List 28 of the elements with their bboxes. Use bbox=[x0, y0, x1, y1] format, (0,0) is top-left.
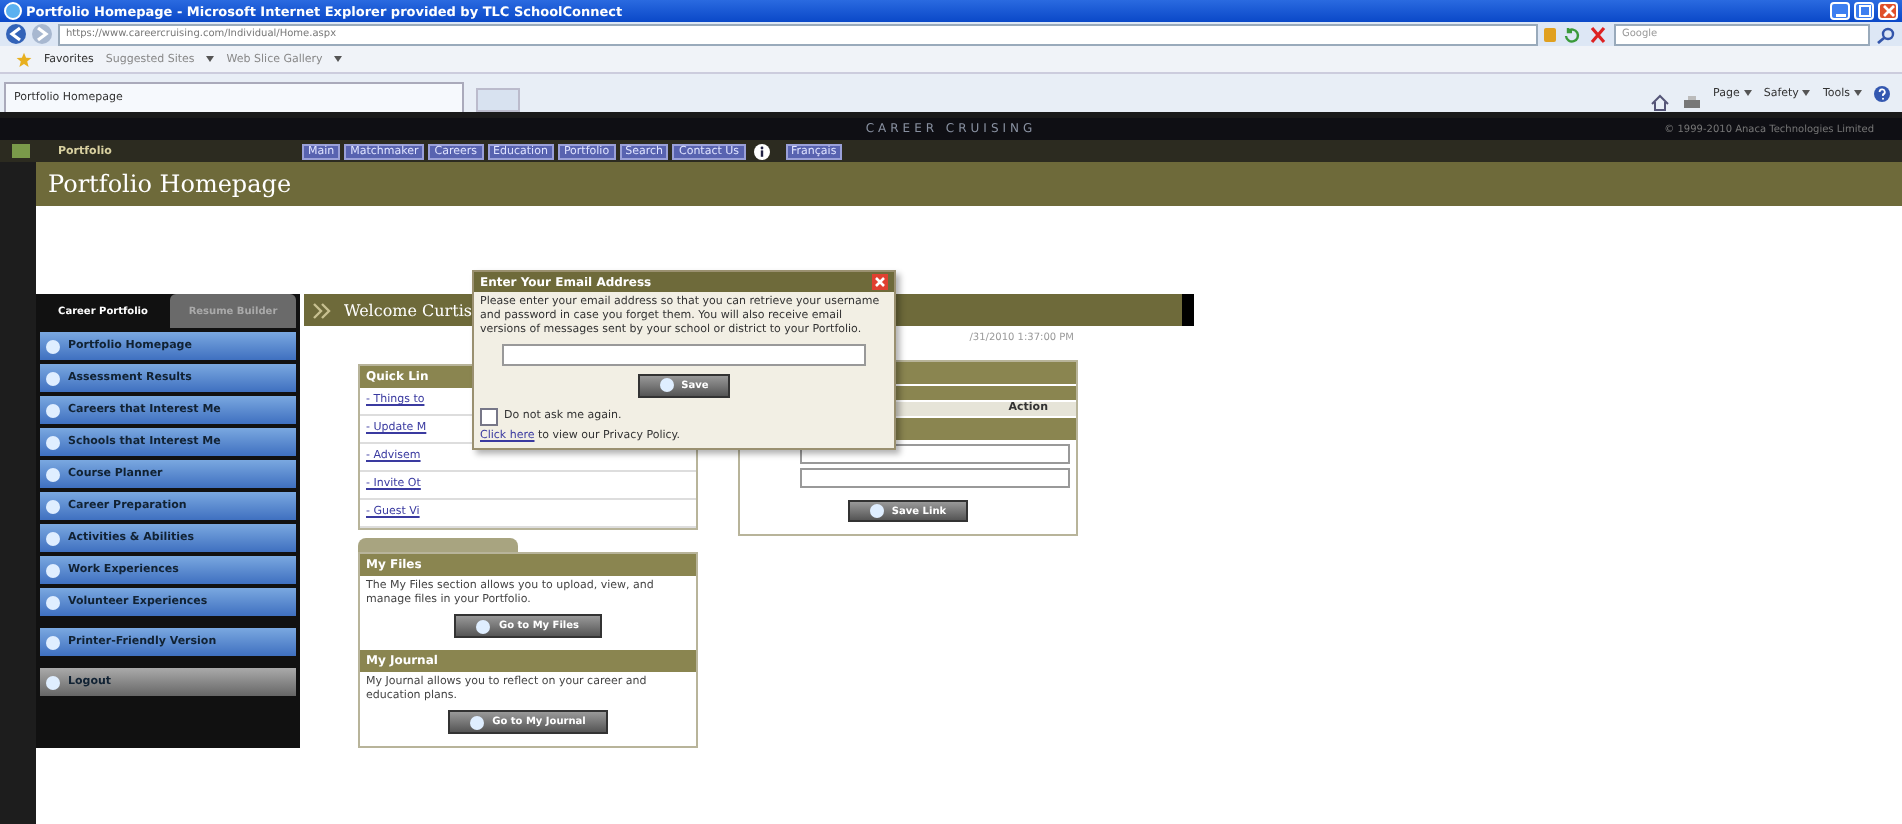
star-icon[interactable] bbox=[16, 51, 32, 67]
back-button[interactable] bbox=[6, 24, 26, 44]
caret-icon[interactable] bbox=[1854, 90, 1862, 96]
stop-icon[interactable] bbox=[1588, 25, 1608, 43]
maximize-icon bbox=[1857, 4, 1871, 18]
refresh-icon[interactable] bbox=[1562, 25, 1582, 43]
home-icon[interactable] bbox=[1649, 94, 1670, 112]
email-field[interactable] bbox=[502, 343, 866, 366]
maximize-button[interactable] bbox=[1854, 2, 1874, 20]
input-field[interactable] bbox=[800, 467, 1070, 489]
caret-icon[interactable] bbox=[1802, 90, 1811, 96]
checkbox[interactable] bbox=[480, 407, 498, 426]
info-icon[interactable] bbox=[753, 143, 770, 159]
caret-icon[interactable] bbox=[206, 56, 215, 62]
page-title: Portfolio Homepage bbox=[48, 170, 292, 198]
caret-icon[interactable] bbox=[1743, 90, 1752, 96]
browser-logo-icon bbox=[4, 2, 22, 20]
close-button[interactable] bbox=[1878, 2, 1898, 20]
lock-icon bbox=[1544, 27, 1556, 41]
printer-icon[interactable] bbox=[1681, 94, 1702, 112]
close-icon bbox=[874, 276, 886, 288]
minimize-button[interactable] bbox=[1830, 2, 1850, 20]
close-button[interactable] bbox=[872, 274, 888, 290]
search-icon[interactable] bbox=[1876, 25, 1896, 43]
welcome-heading: Welcome Curtis bbox=[344, 301, 472, 319]
help-icon[interactable] bbox=[1874, 85, 1890, 101]
chevron-icon bbox=[312, 301, 332, 319]
caret-icon[interactable] bbox=[334, 56, 343, 62]
